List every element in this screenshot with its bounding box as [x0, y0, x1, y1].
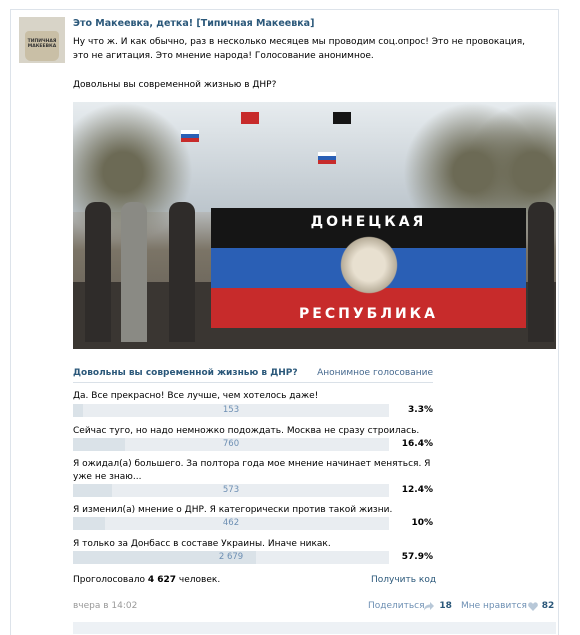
photo-flag-red	[241, 112, 259, 124]
voted-prefix: Проголосовало	[73, 575, 148, 585]
post-photo[interactable]: ДОНЕЦКАЯ РЕСПУБЛИКА	[73, 102, 556, 349]
eagle-emblem-icon	[339, 230, 399, 300]
poll-option-percent: 3.3%	[408, 405, 433, 415]
like-label: Мне нравится	[461, 601, 527, 611]
poll-option-count: 462	[222, 518, 240, 528]
share-icon	[424, 602, 434, 611]
poll-option-count: 153	[222, 405, 240, 415]
get-code-link[interactable]: Получить код	[371, 575, 436, 585]
poll-option[interactable]: Я изменил(а) мнение о ДНР. Я категоричес…	[73, 504, 438, 530]
poll-option-bar: 2 679	[73, 551, 389, 564]
poll-option-bar: 462	[73, 517, 389, 530]
photo-flag-russia	[181, 130, 199, 142]
poll-option-count: 2 679	[218, 552, 244, 562]
heart-icon	[528, 602, 538, 611]
poll-option-label: Я изменил(а) мнение о ДНР. Я категоричес…	[73, 505, 393, 515]
avatar-label: ТИПИЧНАЯ МАКЕЕВКА	[27, 39, 57, 49]
poll-option-label: Сейчас туго, но надо немножко подождать.…	[73, 426, 420, 436]
group-avatar[interactable]: ТИПИЧНАЯ МАКЕЕВКА	[19, 17, 65, 63]
photo-flag-russia	[318, 152, 336, 164]
like-button[interactable]: Мне нравится 82	[461, 601, 554, 611]
poll-option-bar: 153	[73, 404, 389, 417]
photo-person	[121, 202, 147, 342]
dnr-banner: ДОНЕЦКАЯ РЕСПУБЛИКА	[211, 208, 526, 328]
post-time[interactable]: вчера в 14:02	[73, 601, 137, 611]
poll-option-percent: 10%	[411, 518, 433, 528]
share-count: 18	[439, 601, 452, 611]
poll-option-bar: 760	[73, 438, 389, 451]
poll-question: Довольны вы современной жизнью в ДНР?	[73, 368, 298, 378]
photo-person	[169, 202, 195, 342]
post-author-link[interactable]: Это Макеевка, детка! [Типичная Макеевка]	[73, 18, 314, 29]
poll-option-count: 573	[222, 485, 240, 495]
post-text: Ну что ж. И как обычно, раз в несколько …	[73, 37, 526, 61]
poll-option-percent: 12.4%	[401, 485, 433, 495]
poll-voted-total: Проголосовало 4 627 человек.	[73, 575, 220, 585]
poll-type: Анонимное голосование	[317, 368, 433, 378]
share-label: Поделиться	[368, 601, 425, 611]
poll-option[interactable]: Я ожидал(а) большего. За полтора года мо…	[73, 458, 438, 497]
poll-header: Довольны вы современной жизнью в ДНР? Ан…	[73, 368, 433, 383]
photo-flag-dark	[333, 112, 351, 124]
poll-option[interactable]: Я только за Донбасс в составе Украины. И…	[73, 538, 438, 564]
voted-count: 4 627	[147, 575, 177, 585]
poll-option-percent: 57.9%	[401, 552, 433, 562]
poll-option[interactable]: Сейчас туго, но надо немножко подождать.…	[73, 425, 438, 451]
post-question: Довольны вы современной жизнью в ДНР?	[73, 80, 277, 90]
voted-suffix: человек.	[176, 575, 221, 585]
poll-option-count: 760	[222, 439, 240, 449]
poll-option-bar: 573	[73, 484, 389, 497]
comments-strip[interactable]	[73, 622, 556, 634]
banner-bottom-text: РЕСПУБЛИКА	[299, 306, 438, 322]
banner-top-text: ДОНЕЦКАЯ	[310, 214, 427, 230]
poll-option-label: Я только за Донбасс в составе Украины. И…	[73, 539, 331, 549]
photo-person	[528, 202, 554, 342]
poll-option[interactable]: Да. Все прекрасно! Все лучше, чем хотело…	[73, 390, 438, 417]
poll-option-label: Я ожидал(а) большего. За полтора года мо…	[73, 459, 431, 482]
like-count: 82	[541, 601, 555, 611]
photo-person	[85, 202, 111, 342]
poll-option-percent: 16.4%	[401, 439, 433, 449]
share-button[interactable]: Поделиться 18	[368, 601, 452, 611]
poll-option-label: Да. Все прекрасно! Все лучше, чем хотело…	[73, 391, 319, 401]
